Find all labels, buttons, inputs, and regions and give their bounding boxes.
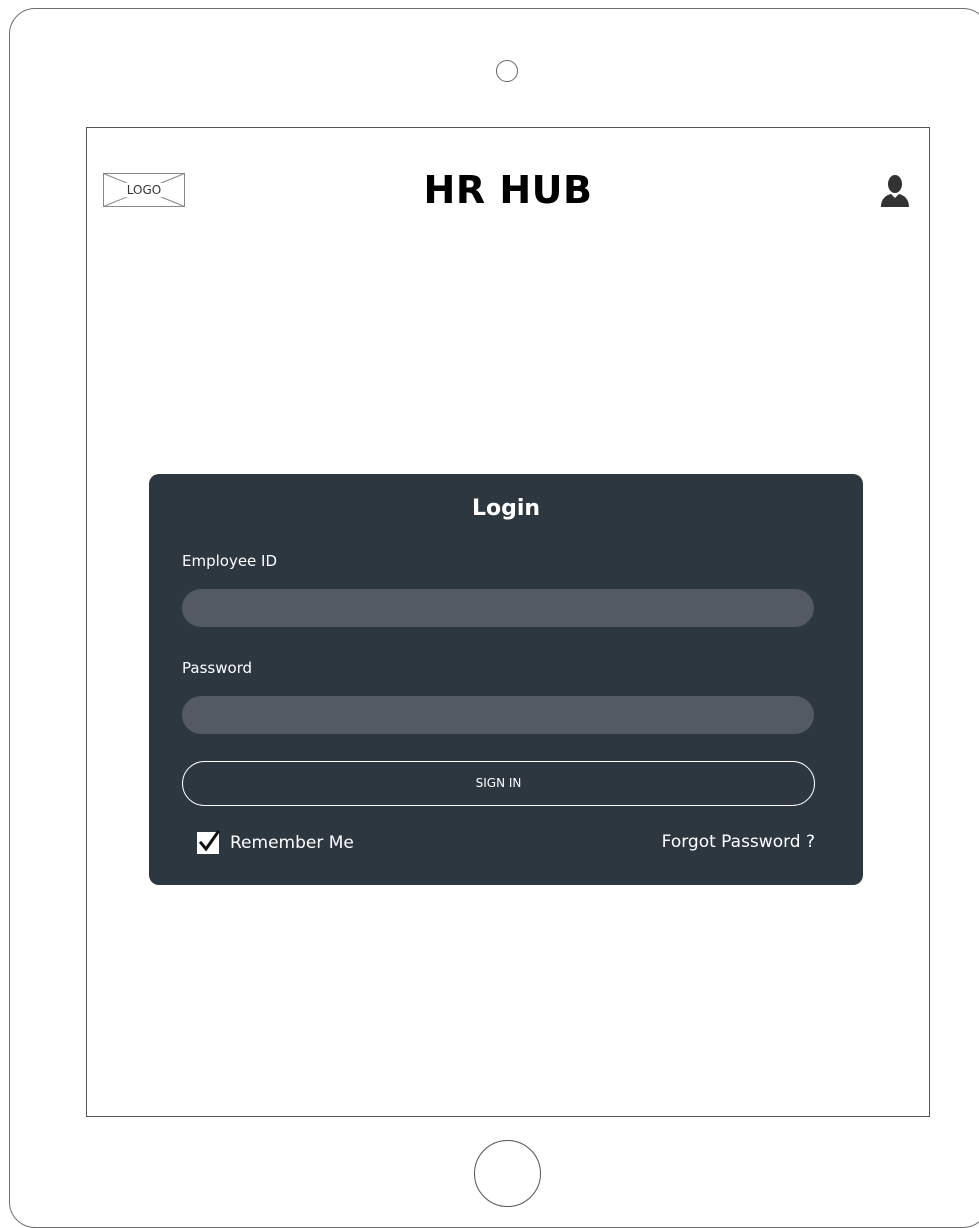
camera-icon: [496, 60, 518, 82]
home-button[interactable]: [474, 1140, 541, 1207]
screen: LOGO HR HUB Login Employee ID Password S…: [86, 127, 930, 1117]
login-card: Login Employee ID Password SIGN IN Remem…: [149, 474, 863, 885]
sign-in-button[interactable]: SIGN IN: [182, 761, 815, 806]
app-title: HR HUB: [423, 168, 593, 212]
forgot-password-link[interactable]: Forgot Password ?: [662, 832, 815, 852]
remember-me-checkbox[interactable]: [197, 829, 221, 854]
password-label: Password: [182, 659, 253, 677]
login-title: Login: [471, 496, 541, 521]
remember-me-toggle[interactable]: Remember Me: [197, 829, 354, 854]
user-icon[interactable]: [879, 174, 911, 208]
employee-id-label: Employee ID: [182, 552, 278, 570]
employee-id-input[interactable]: [182, 589, 814, 627]
password-input[interactable]: [182, 696, 814, 734]
remember-me-label: Remember Me: [230, 833, 354, 853]
tablet-frame: LOGO HR HUB Login Employee ID Password S…: [9, 8, 979, 1228]
checkmark-icon: [198, 829, 221, 852]
